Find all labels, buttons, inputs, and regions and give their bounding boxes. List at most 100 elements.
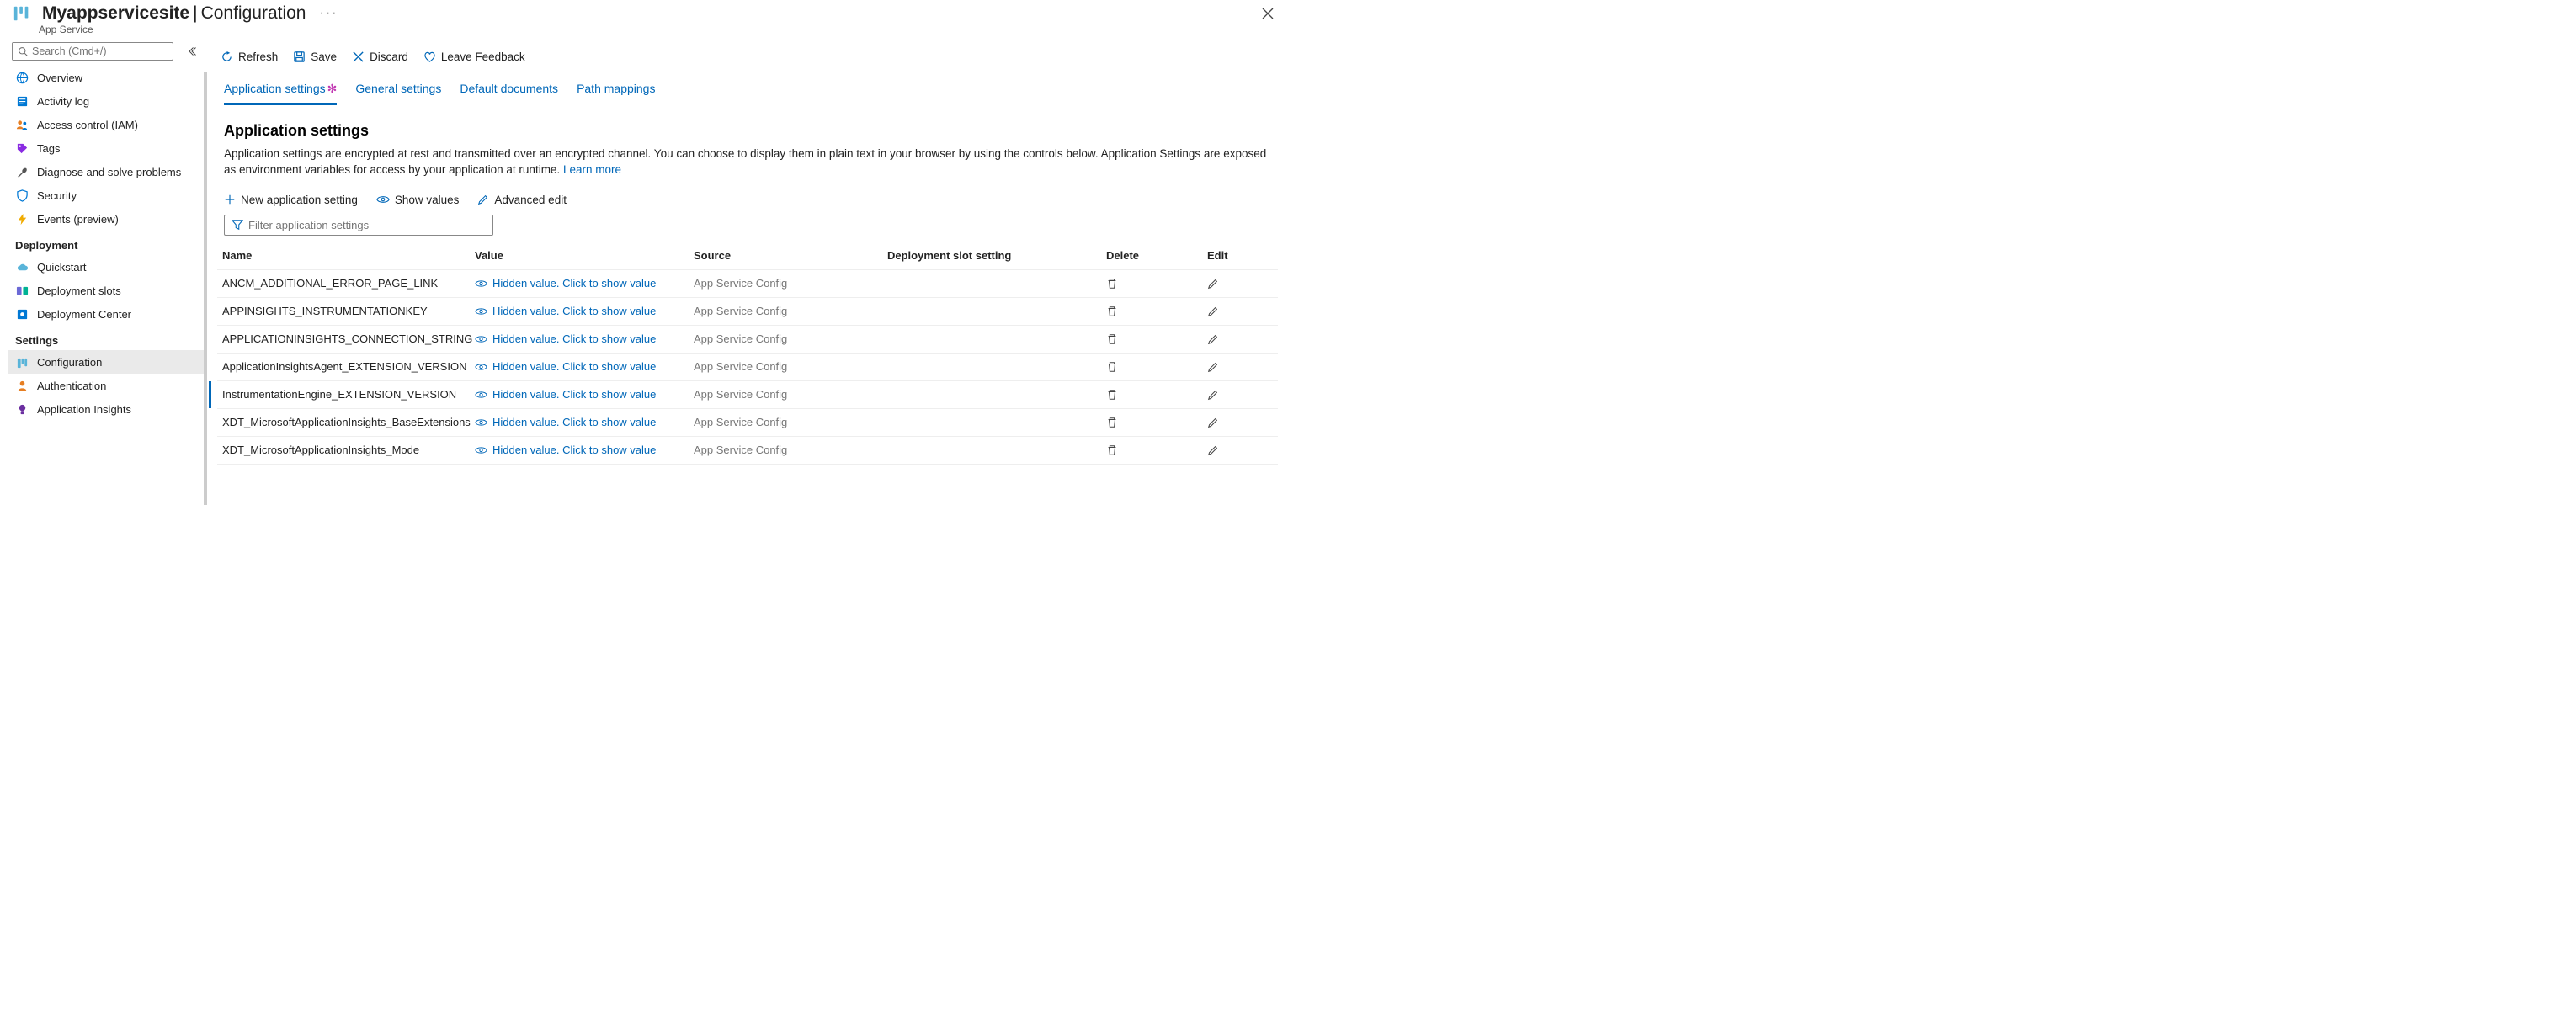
delete-button[interactable] <box>1101 441 1202 460</box>
refresh-icon <box>221 50 233 63</box>
show-values-button[interactable]: Show values <box>376 194 460 206</box>
globe-icon <box>15 71 29 84</box>
tab-path-mappings[interactable]: Path mappings <box>577 82 655 105</box>
page-title: Myappservicesite|Configuration <box>42 3 306 24</box>
nav-item-deployment-slots[interactable]: Deployment slots <box>8 279 204 302</box>
show-value-button[interactable]: Hidden value. Click to show value <box>470 440 689 460</box>
show-value-button[interactable]: Hidden value. Click to show value <box>470 274 689 293</box>
page-subtitle: App Service <box>0 24 1288 35</box>
show-value-button[interactable]: Hidden value. Click to show value <box>470 385 689 404</box>
tab-application-settings[interactable]: Application settings✻ <box>224 82 337 105</box>
table-row[interactable]: XDT_MicrosoftApplicationInsights_ModeHid… <box>217 437 1278 465</box>
main-content: Refresh Save Discard Leave Feedback <box>204 42 1288 505</box>
eye-icon <box>475 417 487 428</box>
eye-icon <box>475 306 487 316</box>
nav-item-configuration[interactable]: Configuration <box>8 350 204 374</box>
nav-item-authentication[interactable]: Authentication <box>8 374 204 397</box>
tab-default-documents[interactable]: Default documents <box>460 82 558 105</box>
sidebar-search[interactable] <box>12 42 173 61</box>
collapse-sidebar-button[interactable] <box>178 46 202 56</box>
feedback-button[interactable]: Leave Feedback <box>423 50 525 63</box>
nav-item-tags[interactable]: Tags <box>8 136 204 160</box>
setting-source: App Service Config <box>689 301 882 321</box>
settings-table: Name Value Source Deployment slot settin… <box>207 242 1288 465</box>
edit-button[interactable] <box>1202 385 1278 404</box>
cloud-icon <box>15 260 29 274</box>
edit-button[interactable] <box>1202 274 1278 293</box>
setting-name: ApplicationInsightsAgent_EXTENSION_VERSI… <box>217 357 470 376</box>
filter-input[interactable] <box>248 219 486 231</box>
sidebar-search-input[interactable] <box>32 45 168 57</box>
eye-icon <box>475 334 487 344</box>
sidebar: OverviewActivity logAccess control (IAM)… <box>0 42 204 505</box>
edit-button[interactable] <box>1202 413 1278 432</box>
config-icon <box>15 355 29 369</box>
table-row[interactable]: XDT_MicrosoftApplicationInsights_BaseExt… <box>217 409 1278 437</box>
setting-name: XDT_MicrosoftApplicationInsights_Mode <box>217 440 470 460</box>
edit-icon <box>477 194 489 205</box>
save-button[interactable]: Save <box>293 50 337 63</box>
setting-name: APPINSIGHTS_INSTRUMENTATIONKEY <box>217 301 470 321</box>
filter-settings[interactable] <box>224 215 493 236</box>
section-description: Application settings are encrypted at re… <box>207 146 1288 190</box>
delete-button[interactable] <box>1101 385 1202 404</box>
edit-button[interactable] <box>1202 330 1278 348</box>
header-more-button[interactable]: ··· <box>320 6 338 21</box>
eye-icon <box>376 194 390 205</box>
eye-icon <box>475 390 487 400</box>
table-row[interactable]: ApplicationInsightsAgent_EXTENSION_VERSI… <box>217 354 1278 381</box>
setting-source: App Service Config <box>689 329 882 348</box>
show-value-button[interactable]: Hidden value. Click to show value <box>470 329 689 348</box>
edit-button[interactable] <box>1202 358 1278 376</box>
slots-icon <box>15 284 29 297</box>
delete-button[interactable] <box>1101 274 1202 293</box>
wrench-icon <box>15 165 29 178</box>
table-row[interactable]: InstrumentationEngine_EXTENSION_VERSIONH… <box>217 381 1278 409</box>
learn-more-link[interactable]: Learn more <box>563 163 621 176</box>
eye-icon <box>475 279 487 289</box>
iam-icon <box>15 118 29 131</box>
show-value-button[interactable]: Hidden value. Click to show value <box>470 301 689 321</box>
discard-icon <box>352 50 365 63</box>
appinsights-icon <box>15 402 29 416</box>
new-application-setting-button[interactable]: New application setting <box>224 194 358 206</box>
tag-icon <box>15 141 29 155</box>
table-header: Name Value Source Deployment slot settin… <box>217 242 1278 270</box>
nav-item-access-control-iam-[interactable]: Access control (IAM) <box>8 113 204 136</box>
log-icon <box>15 94 29 108</box>
command-bar: Refresh Save Discard Leave Feedback <box>204 42 1288 72</box>
close-button[interactable] <box>1261 3 1275 24</box>
filter-icon <box>232 219 243 231</box>
setting-name: InstrumentationEngine_EXTENSION_VERSION <box>217 385 470 404</box>
nav-item-application-insights[interactable]: Application Insights <box>8 397 204 421</box>
refresh-button[interactable]: Refresh <box>221 50 278 63</box>
feedback-icon <box>423 50 436 63</box>
nav-item-overview[interactable]: Overview <box>8 66 204 89</box>
table-row[interactable]: APPLICATIONINSIGHTS_CONNECTION_STRINGHid… <box>217 326 1278 354</box>
eye-icon <box>475 362 487 372</box>
show-value-button[interactable]: Hidden value. Click to show value <box>470 412 689 432</box>
table-row[interactable]: APPINSIGHTS_INSTRUMENTATIONKEYHidden val… <box>217 298 1278 326</box>
nav-item-security[interactable]: Security <box>8 183 204 207</box>
bolt-icon <box>15 212 29 226</box>
tab-general-settings[interactable]: General settings <box>355 82 441 105</box>
nav-item-diagnose-and-solve-problems[interactable]: Diagnose and solve problems <box>8 160 204 183</box>
save-icon <box>293 50 306 63</box>
setting-source: App Service Config <box>689 274 882 293</box>
advanced-edit-button[interactable]: Advanced edit <box>477 194 567 206</box>
edit-button[interactable] <box>1202 441 1278 460</box>
delete-button[interactable] <box>1101 330 1202 348</box>
nav-item-deployment-center[interactable]: Deployment Center <box>8 302 204 326</box>
delete-button[interactable] <box>1101 358 1202 376</box>
show-value-button[interactable]: Hidden value. Click to show value <box>470 357 689 376</box>
edit-button[interactable] <box>1202 302 1278 321</box>
nav-item-quickstart[interactable]: Quickstart <box>8 255 204 279</box>
delete-button[interactable] <box>1101 302 1202 321</box>
section-title: Application settings <box>207 105 1288 146</box>
delete-button[interactable] <box>1101 413 1202 432</box>
table-row[interactable]: ANCM_ADDITIONAL_ERROR_PAGE_LINKHidden va… <box>217 270 1278 298</box>
discard-button[interactable]: Discard <box>352 50 408 63</box>
app-service-icon <box>12 3 32 24</box>
nav-item-activity-log[interactable]: Activity log <box>8 89 204 113</box>
nav-item-events-preview-[interactable]: Events (preview) <box>8 207 204 231</box>
